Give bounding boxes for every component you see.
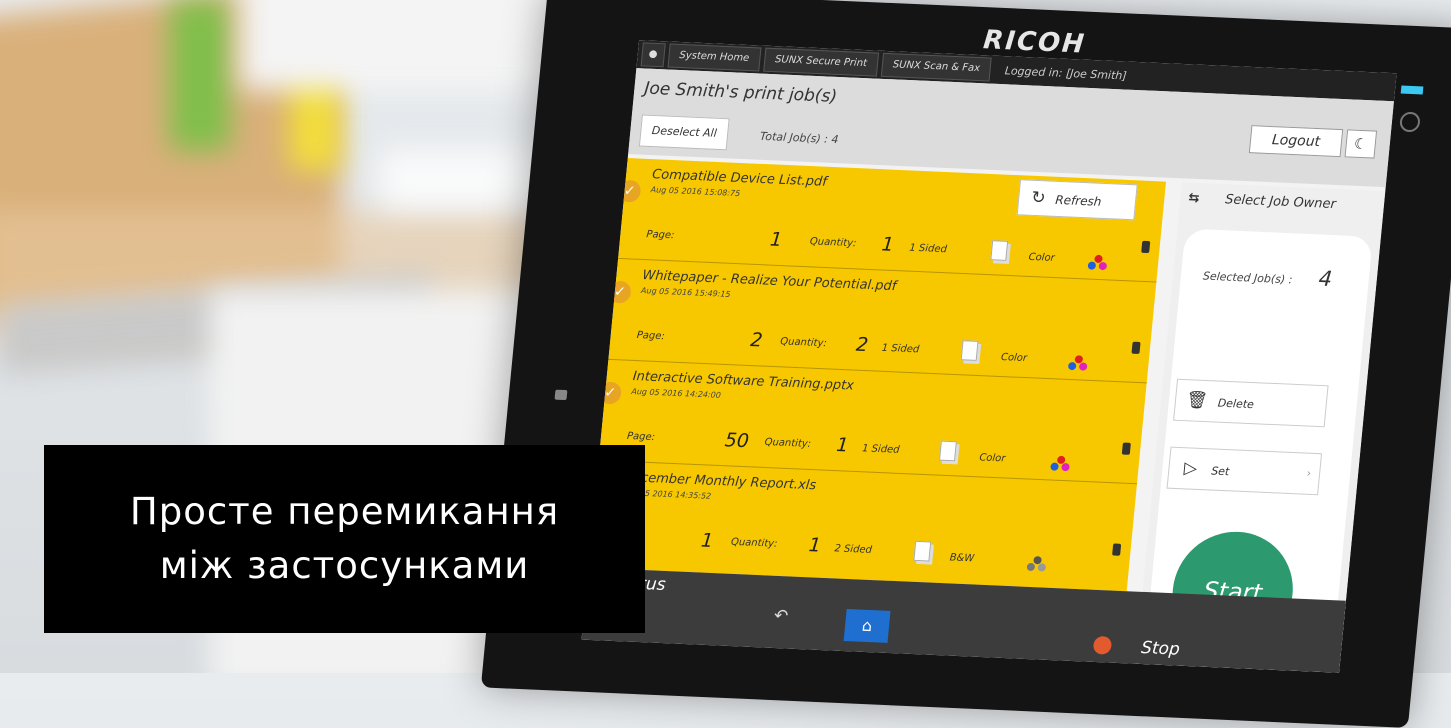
quantity-label: Quantity: [764,436,812,450]
status-light [1400,85,1424,95]
select-job-owner-button[interactable]: ⇆ Select Job Owner [1188,191,1337,212]
quantity-value: 1 [835,434,850,457]
power-button[interactable] [1399,111,1421,133]
page-label: Page: [626,430,656,444]
selected-jobs-label: Selected Job(s) : [1202,269,1293,287]
paper-icon [960,340,979,361]
check-icon[interactable]: ✓ [617,179,642,203]
stop-icon[interactable] [1092,635,1113,655]
color-mode: Color [978,452,1006,465]
logged-in-label: Logged in: [Joe Smith] [1004,63,1128,83]
home-icon[interactable]: ⌂ [843,609,891,643]
color-mode: Color [1028,251,1056,264]
quantity-label: Quantity: [809,236,857,250]
color-dots-icon [1087,254,1110,271]
select-owner-label: Select Job Owner [1224,192,1337,213]
check-icon[interactable]: ✓ [598,381,623,405]
chevron-right-icon: › [1306,466,1312,480]
user-icon[interactable]: ● [640,42,666,68]
color-dots-icon [1050,455,1073,472]
swap-icon: ⇆ [1187,190,1201,207]
laptop-stripe-green [170,0,230,150]
page-label: Page: [636,330,666,343]
quantity-value: 1 [880,233,895,256]
total-jobs-label: Total Job(s) : 4 [759,129,840,147]
job-date: Aug 05 2016 15:49:15 [640,286,731,299]
selected-jobs-count: 4 [1317,266,1334,292]
quantity-label: Quantity: [730,536,778,550]
trash-icon: 🗑 [1185,390,1209,412]
stop-button[interactable]: Stop [1140,638,1180,660]
refresh-icon: ↻ [1030,187,1047,209]
page-count: 1 [769,228,784,252]
sided-value: 2 Sided [833,543,873,556]
check-icon[interactable]: ✓ [607,280,632,304]
delete-label: Delete [1217,396,1255,412]
touch-screen: ● System Home SUNX Secure Print SUNX Sca… [581,40,1397,673]
refresh-button[interactable]: ↻ Refresh [1016,179,1138,221]
page-label: Page: [645,229,675,242]
page-count: 1 [700,529,715,552]
caption-line-1: Просте перемикання [129,490,560,533]
quantity-value: 2 [855,333,870,357]
back-icon[interactable]: ↶ [773,606,789,627]
caption-line-2: між застосунками [159,544,530,587]
set-button[interactable]: ▷ Set › [1166,446,1323,496]
device-icon [1141,240,1151,254]
moon-icon[interactable]: ☾ [1344,129,1378,159]
device-icon [1131,341,1141,354]
refresh-label: Refresh [1054,192,1103,209]
paper-icon [990,240,1009,261]
color-mode: B&W [949,552,975,565]
color-mode: Color [1000,351,1028,365]
paper-icon [939,440,957,462]
tag-icon: ▷ [1183,458,1198,479]
delete-button[interactable]: 🗑 Delete [1173,378,1329,428]
job-list: ✓ Compatible Device List.pdf Aug 05 2016… [588,158,1167,592]
sided-value: 1 Sided [861,443,901,456]
quantity-value: 1 [807,534,822,557]
tab-secure-print[interactable]: SUNX Secure Print [762,47,879,77]
brand-logo: RICOH [981,25,1088,60]
job-date: Aug 05 2016 15:08:75 [650,185,741,199]
page-title: Joe Smith's print job(s) [643,78,838,107]
deselect-all-button[interactable]: Deselect All [638,114,730,151]
tab-scan-fax[interactable]: SUNX Scan & Fax [880,52,993,82]
sided-value: 1 Sided [908,242,948,256]
set-label: Set [1210,464,1230,479]
tab-system-home[interactable]: System Home [667,43,762,72]
sided-value: 1 Sided [881,342,920,356]
page-count: 2 [749,328,764,352]
caption-overlay: Просте перемикання між застосунками [44,445,645,633]
color-dots-icon [1067,355,1091,372]
lock-icon [554,389,568,401]
logout-button[interactable]: Logout [1248,125,1344,158]
quantity-label: Quantity: [779,336,828,350]
device-icon [1112,543,1122,556]
job-date: Aug 05 2016 14:24:00 [630,386,722,400]
grayscale-dots-icon [1026,556,1049,573]
page-count: 50 [723,429,750,453]
paper-icon [913,540,932,562]
device-icon [1121,442,1131,455]
